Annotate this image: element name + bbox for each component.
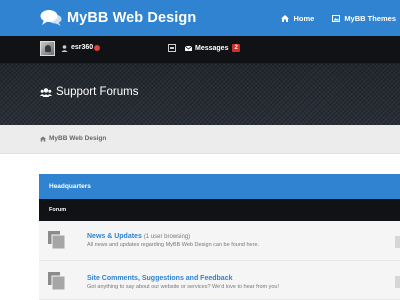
forum-row: News & Updates (1 user browsing) All new…: [39, 221, 400, 261]
top-navbar: MyBB Web Design Home MyBB Themes: [0, 0, 400, 36]
forum-description: Got anything to say about our website or…: [87, 284, 280, 290]
page-title: Support Forums: [40, 86, 138, 98]
forum-title-link[interactable]: Site Comments, Suggestions and Feedback: [87, 275, 232, 282]
status-indicator-icon: [94, 45, 100, 51]
forum-stats-cell: [395, 236, 400, 248]
forum-column-label: Forum: [49, 207, 67, 213]
site-logo[interactable]: MyBB Web Design: [40, 9, 196, 27]
forum-title-text: Site Comments, Suggestions and Feedback: [87, 275, 233, 282]
home-icon: [281, 14, 290, 22]
main-nav: Home MyBB Themes: [281, 0, 400, 36]
avatar[interactable]: [40, 41, 55, 56]
envelope-icon: [185, 45, 192, 51]
forum-row: Site Comments, Suggestions and Feedback …: [39, 261, 400, 300]
forum-title-link[interactable]: News & Updates (1 user browsing): [87, 233, 190, 240]
image-icon: [332, 14, 341, 22]
forum-pages-icon: [48, 272, 65, 290]
nav-themes-link[interactable]: MyBB Themes: [332, 14, 396, 23]
category-title: Headquarters: [49, 183, 91, 190]
site-title: MyBB Web Design: [67, 10, 197, 26]
user-icon: [61, 45, 68, 52]
nav-home-link[interactable]: Home: [281, 14, 314, 23]
users-icon: [40, 87, 52, 97]
nav-home-label: Home: [293, 13, 315, 23]
forum-pages-icon: [48, 231, 65, 249]
page-title-text: Support Forums: [56, 86, 139, 98]
forum-title-text: News & Updates: [87, 233, 142, 240]
users-browsing-text: (1 user browsing): [143, 234, 191, 240]
forum-description: All news and updates regarding MyBB Web …: [87, 242, 260, 248]
home-icon: [40, 135, 46, 142]
breadcrumb-label: MyBB Web Design: [49, 135, 107, 142]
messages-count-badge: 2: [232, 44, 240, 52]
forum-column-header: Forum: [39, 199, 400, 221]
breadcrumb[interactable]: MyBB Web Design: [40, 135, 106, 142]
chat-bubbles-icon: [40, 10, 62, 26]
page-header-banner: Support Forums: [0, 64, 400, 125]
user-panel-icon[interactable]: [168, 44, 176, 52]
messages-link[interactable]: Messages 2: [185, 44, 240, 52]
breadcrumb-bar: MyBB Web Design: [0, 125, 400, 154]
nav-themes-label: MyBB Themes: [344, 13, 396, 23]
messages-label: Messages: [195, 44, 229, 52]
username-link[interactable]: esr360: [71, 44, 93, 51]
forum-stats-cell: [395, 276, 400, 288]
category-header[interactable]: Headquarters: [39, 174, 400, 199]
user-bar: esr360 Messages 2: [0, 36, 400, 64]
